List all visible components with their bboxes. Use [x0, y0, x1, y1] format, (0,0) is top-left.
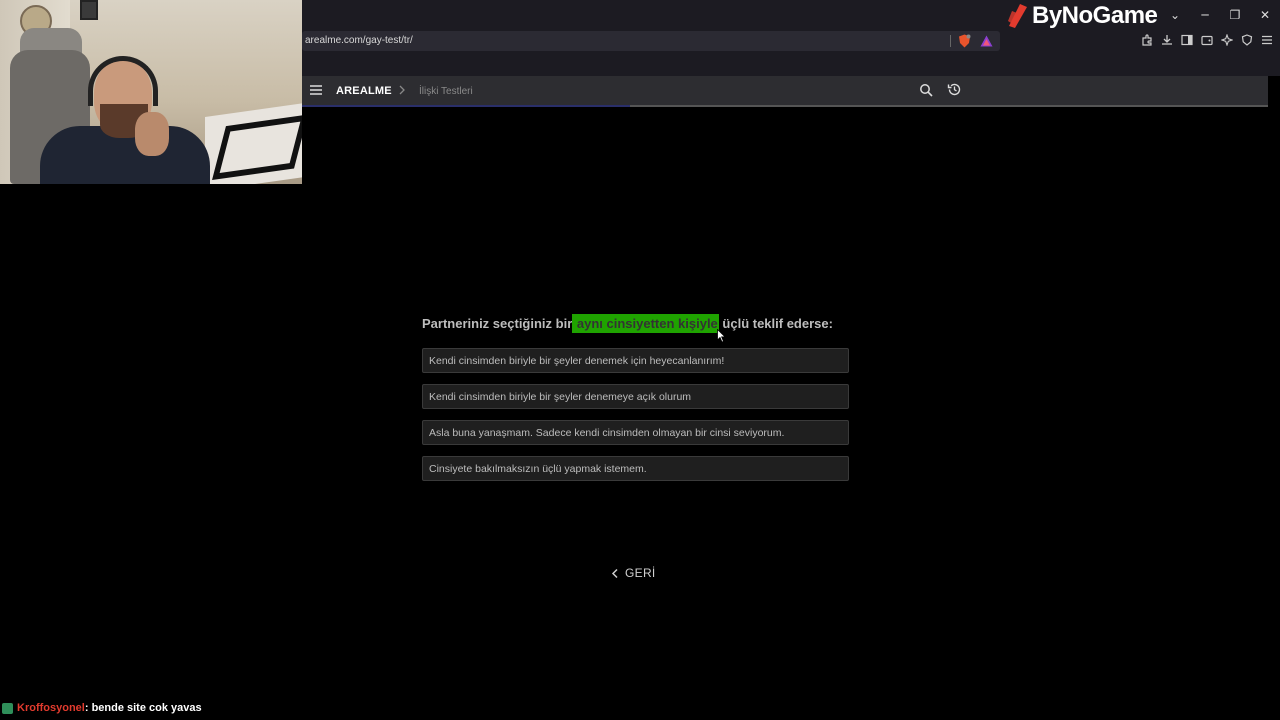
answer-option-3[interactable]: Asla buna yanaşmam. Sadece kendi cinsimd…	[422, 420, 849, 445]
bynogame-logo-icon	[1008, 4, 1027, 28]
tabs-dropdown-icon[interactable]: ⌄	[1160, 0, 1190, 30]
question-highlight: aynı cinsiyetten kişiyle	[572, 314, 719, 333]
brand-text: ByNoGame	[1032, 2, 1158, 29]
hamburger-menu-icon[interactable]	[1260, 33, 1274, 47]
leo-ai-icon[interactable]	[1220, 33, 1234, 47]
brave-shield-icon[interactable]	[958, 34, 971, 48]
close-button[interactable]: ✕	[1250, 0, 1280, 30]
question-text: Partneriniz seçtiğiniz bir aynı cinsiyet…	[422, 314, 833, 333]
breadcrumb-category[interactable]: İlişki Testleri	[419, 86, 473, 97]
window-controls: ⌄ ─ ❐ ✕	[1160, 0, 1280, 30]
bookmarks-bar	[302, 52, 1280, 76]
download-icon[interactable]	[1160, 33, 1174, 47]
chat-message: : bende site cok yavas	[84, 702, 202, 714]
progress-fill	[302, 105, 631, 107]
webcam-overlay	[0, 0, 302, 184]
user-badge-icon	[2, 702, 13, 714]
vpn-shield-icon[interactable]	[1240, 33, 1254, 47]
address-bar-row: arealme.com/gay-test/tr/	[302, 30, 1280, 52]
chevron-left-icon	[611, 568, 618, 578]
site-logo[interactable]: AREALME	[336, 85, 392, 97]
sidebar-icon[interactable]	[1180, 33, 1194, 47]
chevron-right-icon	[399, 85, 405, 95]
rewards-triangle-icon[interactable]	[980, 35, 993, 47]
question-part-1: Partneriniz seçtiğiniz bir	[422, 316, 573, 331]
answer-option-4[interactable]: Cinsiyete bakılmaksızın üçlü yapmak iste…	[422, 456, 849, 481]
restore-button[interactable]: ❐	[1220, 0, 1250, 30]
chat-username: Kroffosyonel	[17, 702, 85, 714]
menu-icon[interactable]	[310, 85, 322, 95]
brand-watermark: ByNoGame	[1006, 2, 1158, 30]
minimize-button[interactable]: ─	[1190, 0, 1220, 30]
chat-line: Kroffosyonel : bende site cok yavas	[2, 702, 202, 714]
history-icon[interactable]	[947, 82, 962, 97]
site-header: AREALME İlişki Testleri	[302, 76, 1268, 105]
mouse-cursor-icon	[717, 329, 726, 343]
url-text[interactable]: arealme.com/gay-test/tr/	[305, 35, 413, 46]
question-part-2: üçlü teklif ederse:	[718, 316, 833, 331]
back-button[interactable]: GERİ	[611, 566, 656, 580]
progress-bar	[302, 105, 1268, 107]
answer-option-2[interactable]: Kendi cinsimden biriyle bir şeyler denem…	[422, 384, 849, 409]
wallet-icon[interactable]	[1200, 33, 1214, 47]
search-icon[interactable]	[919, 83, 933, 97]
browser-toolbar	[1140, 33, 1274, 47]
address-bar[interactable]: arealme.com/gay-test/tr/	[302, 31, 1000, 51]
divider	[950, 35, 951, 47]
answer-option-1[interactable]: Kendi cinsimden biriyle bir şeyler denem…	[422, 348, 849, 373]
extensions-icon[interactable]	[1140, 33, 1154, 47]
back-label[interactable]: GERİ	[625, 566, 656, 580]
